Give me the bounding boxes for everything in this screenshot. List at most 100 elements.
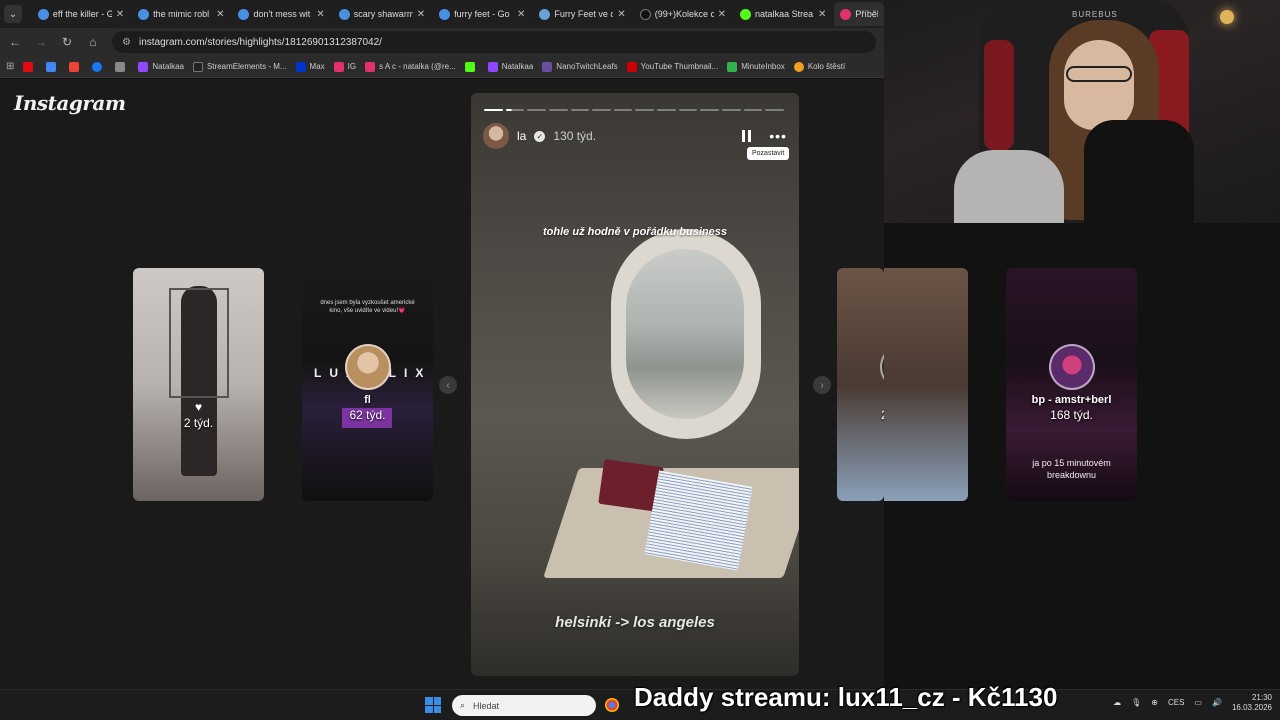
- tab-search-button[interactable]: ⌄: [4, 5, 22, 23]
- tab-favicon-icon: [138, 8, 150, 20]
- network-icon[interactable]: ⊕: [1151, 698, 1158, 707]
- tab-close-icon[interactable]: ✕: [718, 9, 726, 20]
- bookmark-item[interactable]: [23, 61, 37, 72]
- card-age: 2 týd.: [183, 416, 214, 430]
- stream-overlay-text: Daddy streamu: lux11_cz - Kč1130: [634, 682, 1058, 712]
- tab-favicon-icon: [840, 8, 852, 20]
- taskbar-search[interactable]: ⌕ Hledat: [452, 695, 596, 716]
- card-age: 168 týd.: [1050, 408, 1093, 422]
- story-username[interactable]: la: [517, 129, 526, 143]
- instagram-icon: [365, 61, 376, 72]
- language-indicator[interactable]: CES: [1168, 698, 1184, 707]
- instagram-icon: [333, 61, 344, 72]
- bookmark-item[interactable]: YouTube Thumbnail...: [626, 61, 718, 72]
- mic-icon[interactable]: 🎙: [1131, 698, 1141, 707]
- tab-7[interactable]: natalkaa Strea ✕: [734, 2, 832, 26]
- facebook-icon: [92, 61, 103, 72]
- verified-icon: ✓: [534, 130, 546, 142]
- search-icon: ⌕: [460, 700, 466, 710]
- gmail-icon: [69, 61, 80, 72]
- story-card[interactable]: m e 258 týd.: [837, 268, 884, 501]
- story-avatar[interactable]: [483, 123, 509, 149]
- progress-segment: [484, 109, 503, 111]
- progress-segment: [548, 109, 568, 111]
- bookmark-item[interactable]: Kolo štěstí: [793, 61, 845, 72]
- clock-time: 21:30: [1251, 693, 1272, 702]
- bookmark-item[interactable]: NanoTwitchLeafs: [542, 61, 618, 72]
- tab-close-icon[interactable]: ✕: [216, 9, 224, 20]
- twitch-icon: [138, 61, 149, 72]
- home-icon[interactable]: ⌂: [86, 35, 100, 49]
- max-icon: [295, 61, 306, 72]
- display-icon[interactable]: ▭: [1194, 698, 1202, 707]
- bookmark-item[interactable]: IG: [333, 61, 356, 72]
- cloud-icon[interactable]: ☁: [1113, 698, 1121, 707]
- chair-brand: BUREBUS: [1072, 10, 1118, 19]
- tab-0[interactable]: eff the killer - G ✕: [32, 2, 130, 26]
- bookmark-item[interactable]: s A c - natalka (@re...: [365, 61, 456, 72]
- story-card[interactable]: ♥ 2 týd.: [133, 268, 264, 501]
- tab-close-icon[interactable]: ✕: [517, 9, 525, 20]
- tab-close-icon[interactable]: ✕: [316, 9, 324, 20]
- browser-tab-bar: ⌄ eff the killer - G ✕ the mimic robl ✕ do…: [0, 0, 885, 28]
- story-card[interactable]: .: [884, 268, 968, 501]
- bookmark-item[interactable]: [464, 61, 479, 72]
- tab-5[interactable]: Furry Feet ve d ✕: [533, 2, 631, 26]
- tab-favicon-icon: [338, 8, 350, 20]
- instagram-page: Instagram ♥ 2 týd. dnes jsem byla vyzkou…: [0, 79, 884, 689]
- more-options-icon[interactable]: •••: [769, 128, 787, 144]
- card-age: 258 týd.: [837, 408, 884, 422]
- progress-segment: [722, 109, 741, 111]
- bookmark-item[interactable]: MinuteInbox: [727, 61, 785, 72]
- tab-6[interactable]: (99+)Kolekce c ✕: [634, 2, 732, 26]
- progress-segment: [592, 109, 611, 111]
- streamer-face: [1064, 40, 1134, 130]
- next-story-arrow-icon[interactable]: ›: [813, 376, 831, 394]
- story-header: la ✓ 130 týd. •••: [483, 123, 787, 149]
- volume-icon[interactable]: 🔊: [1212, 698, 1222, 707]
- prev-story-arrow-icon[interactable]: ‹: [439, 376, 457, 394]
- bookmark-item[interactable]: [46, 61, 60, 72]
- story-card[interactable]: bp - amstr+berl 168 týd. ja po 15 minuto…: [1006, 268, 1137, 501]
- twitch-icon: [487, 61, 498, 72]
- url-field[interactable]: ⚙ instagram.com/stories/highlights/18126…: [112, 31, 876, 53]
- tab-3[interactable]: scary shawarm ✕: [333, 2, 431, 26]
- tab-close-icon[interactable]: ✕: [818, 9, 826, 20]
- tab-close-icon[interactable]: ✕: [116, 9, 124, 20]
- reload-icon[interactable]: ↻: [60, 35, 74, 49]
- clock[interactable]: 21:30 16.03.2026: [1232, 693, 1272, 712]
- forward-icon[interactable]: →: [34, 35, 48, 49]
- story-progress-bar: [484, 109, 784, 111]
- instagram-logo[interactable]: Instagram: [14, 91, 126, 115]
- site-info-icon[interactable]: ⚙: [122, 37, 131, 48]
- bookmark-item[interactable]: [92, 61, 106, 72]
- tab-8[interactable]: Příběhy: [834, 2, 885, 26]
- windows-start-icon[interactable]: [425, 697, 441, 713]
- story-viewer[interactable]: la ✓ 130 týd. ••• Pozastavit tohle už ho…: [471, 93, 799, 676]
- tab-favicon-icon: [740, 8, 752, 20]
- tab-2[interactable]: don't mess wit ✕: [232, 2, 330, 26]
- tab-close-icon[interactable]: ✕: [617, 9, 625, 20]
- bookmark-item[interactable]: StreamElements - M...: [192, 61, 287, 72]
- progress-segment: [678, 109, 698, 111]
- tab-4[interactable]: furry feet - Go ✕: [433, 2, 531, 26]
- apps-icon[interactable]: ⊞: [6, 61, 14, 72]
- clock-date: 16.03.2026: [1231, 702, 1272, 712]
- tab-favicon-icon: [37, 8, 49, 20]
- leaf-icon: [542, 61, 553, 72]
- story-card[interactable]: dnes jsem byla vyzkoušet americké kino, …: [302, 268, 433, 501]
- tab-1[interactable]: the mimic robl ✕: [132, 2, 230, 26]
- tab-close-icon[interactable]: ✕: [417, 9, 425, 20]
- bookmark-item[interactable]: [115, 61, 129, 72]
- bookmark-item[interactable]: [69, 61, 83, 72]
- pause-icon[interactable]: [742, 130, 752, 142]
- bookmark-item[interactable]: Natalkaa: [138, 61, 184, 72]
- card-caption: dnes jsem byla vyzkoušet americké kino, …: [320, 300, 415, 314]
- tab-favicon-icon: [639, 8, 651, 20]
- webcam-overlay: BUREBUS: [884, 0, 1280, 223]
- bookmark-item[interactable]: Max: [295, 61, 325, 72]
- bookmark-item[interactable]: Natalkaa: [487, 61, 533, 72]
- avatar: [1048, 344, 1095, 390]
- back-icon[interactable]: ←: [8, 35, 22, 49]
- chrome-icon[interactable]: [605, 698, 619, 712]
